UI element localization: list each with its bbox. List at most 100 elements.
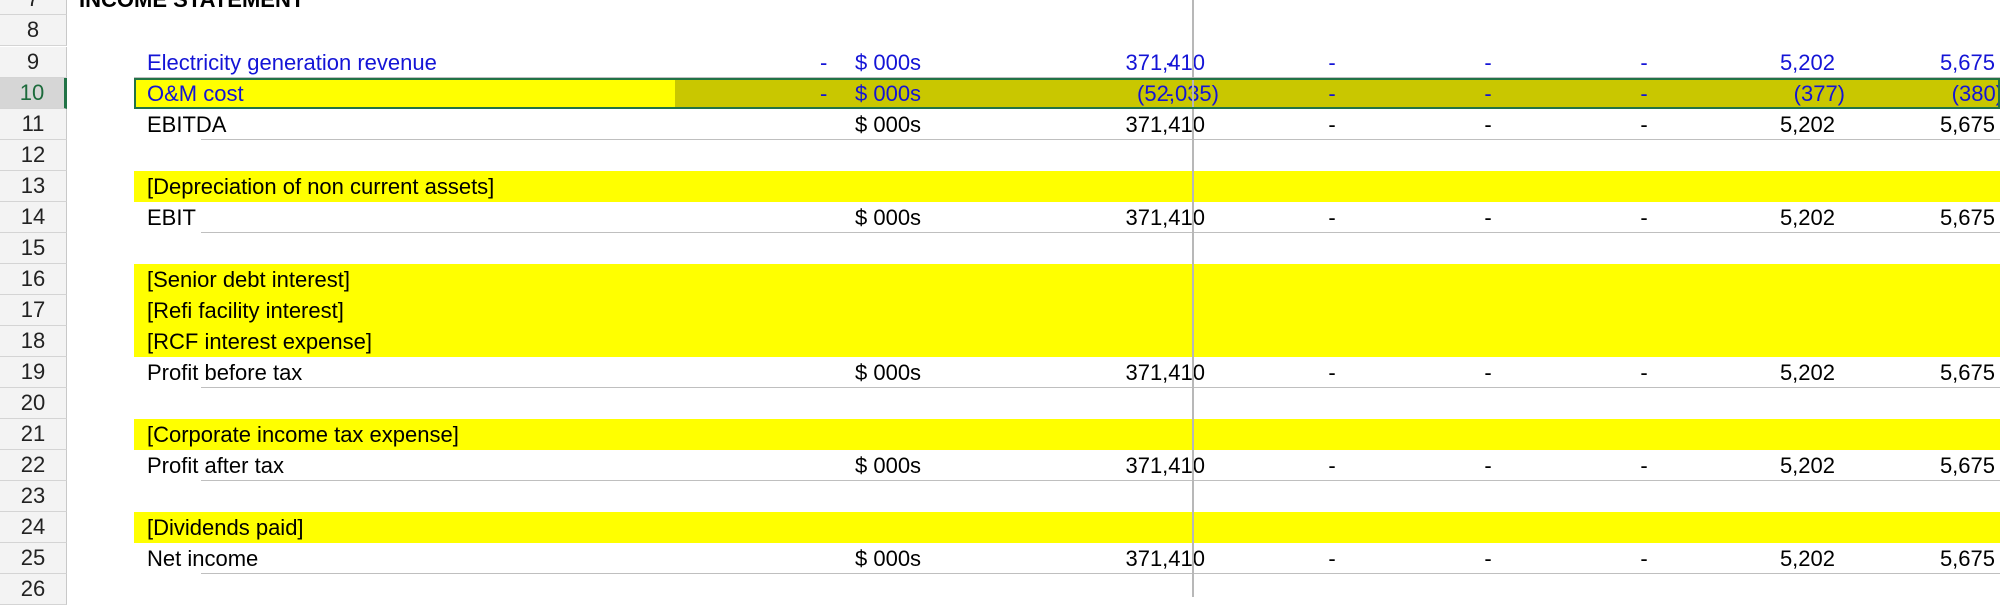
row-13: [Depreciation of non current assets] (67, 171, 2000, 202)
column-divider (1192, 0, 1194, 597)
row-header-18[interactable]: 18 (0, 326, 67, 357)
ebitda-total[interactable]: 371,410 (1027, 109, 1205, 140)
pat-col1[interactable]: - (1317, 450, 1347, 481)
corporate-tax-label[interactable]: [Corporate income tax expense] (147, 419, 459, 450)
om-cost-label[interactable]: O&M cost (147, 78, 244, 109)
pat-unit[interactable]: $ 000s (855, 450, 921, 481)
row-11: EBITDA $ 000s 371,410 - - - 5,202 5,675 (67, 109, 2000, 140)
revenue-col3[interactable]: - (1629, 47, 1659, 78)
om-cost-unit[interactable]: $ 000s (855, 78, 921, 109)
om-cost-col2[interactable]: - (1473, 78, 1503, 109)
om-cost-col3[interactable]: - (1629, 78, 1659, 109)
row-header-26[interactable]: 26 (0, 574, 67, 605)
ebit-col1[interactable]: - (1317, 202, 1347, 233)
ebitda-unit[interactable]: $ 000s (855, 109, 921, 140)
om-cost-col5[interactable]: (380) (1827, 78, 2000, 109)
row-header-14[interactable]: 14 (0, 202, 67, 233)
senior-debt-interest-label[interactable]: [Senior debt interest] (147, 264, 350, 295)
net-income-total[interactable]: 371,410 (1027, 543, 1205, 574)
rcf-interest-label[interactable]: [RCF interest expense] (147, 326, 372, 357)
dividends-label[interactable]: [Dividends paid] (147, 512, 304, 543)
row-header-12[interactable]: 12 (0, 140, 67, 171)
net-income-col5[interactable]: 5,675 (1827, 543, 1995, 574)
row-19: Profit before tax $ 000s 371,410 - - - 5… (67, 357, 2000, 388)
revenue-unit[interactable]: $ 000s (855, 47, 921, 78)
ebitda-col5[interactable]: 5,675 (1827, 109, 1995, 140)
pbt-col4[interactable]: 5,202 (1667, 357, 1835, 388)
om-cost-col4[interactable]: (377) (1667, 78, 1845, 109)
net-income-col1[interactable]: - (1317, 543, 1347, 574)
pbt-col2[interactable]: - (1473, 357, 1503, 388)
pbt-col5[interactable]: 5,675 (1827, 357, 1995, 388)
row-header-21[interactable]: 21 (0, 419, 67, 450)
pbt-total[interactable]: 371,410 (1027, 357, 1205, 388)
pat-col2[interactable]: - (1473, 450, 1503, 481)
row-header-19[interactable]: 19 (0, 357, 67, 388)
row-header-23[interactable]: 23 (0, 481, 67, 512)
om-cost-total[interactable]: (52,035) (1027, 78, 1219, 109)
row-header-8[interactable]: 8 (0, 15, 67, 46)
row-header-15[interactable]: 15 (0, 233, 67, 264)
pat-total[interactable]: 371,410 (1027, 450, 1205, 481)
row-21: [Corporate income tax expense] (67, 419, 2000, 450)
row-24: [Dividends paid] (67, 512, 2000, 543)
ebitda-col4[interactable]: 5,202 (1667, 109, 1835, 140)
om-cost-col1[interactable]: - (1317, 78, 1347, 109)
ebitda-col1[interactable]: - (1317, 109, 1347, 140)
revenue-col2[interactable]: - (1473, 47, 1503, 78)
row-header-20[interactable]: 20 (0, 388, 67, 419)
row-18: [RCF interest expense] (67, 326, 2000, 357)
depreciation-label[interactable]: [Depreciation of non current assets] (147, 171, 494, 202)
om-cost-flag[interactable]: - (820, 78, 827, 109)
pbt-col3[interactable]: - (1629, 357, 1659, 388)
ebit-col4[interactable]: 5,202 (1667, 202, 1835, 233)
om-cost-flag2[interactable]: - (1166, 78, 1173, 109)
pbt-col1[interactable]: - (1317, 357, 1347, 388)
ebitda-col3[interactable]: - (1629, 109, 1659, 140)
refi-facility-interest-label[interactable]: [Refi facility interest] (147, 295, 344, 326)
revenue-flag2[interactable]: - (1166, 47, 1173, 78)
revenue-flag[interactable]: - (820, 47, 827, 78)
section-title[interactable]: INCOME STATEMENT (79, 0, 304, 15)
row-10: O&M cost - $ 000s (52,035) - - - - (377)… (67, 78, 2000, 109)
revenue-col5[interactable]: 5,675 (1827, 47, 1995, 78)
pbt-label[interactable]: Profit before tax (147, 357, 302, 388)
row-header-17[interactable]: 17 (0, 295, 67, 326)
net-income-label[interactable]: Net income (147, 543, 258, 574)
revenue-col1[interactable]: - (1317, 47, 1347, 78)
row-7: INCOME STATEMENT (67, 0, 2000, 15)
ebit-col2[interactable]: - (1473, 202, 1503, 233)
pat-label[interactable]: Profit after tax (147, 450, 284, 481)
spreadsheet-grid[interactable]: 7 8 9 10 11 12 13 14 15 16 17 18 19 20 2… (0, 0, 2000, 605)
net-income-unit[interactable]: $ 000s (855, 543, 921, 574)
row-header-16[interactable]: 16 (0, 264, 67, 295)
row-header-7[interactable]: 7 (0, 0, 67, 15)
ebitda-col2[interactable]: - (1473, 109, 1503, 140)
revenue-total[interactable]: 371,410 (1027, 47, 1205, 78)
net-income-col3[interactable]: - (1629, 543, 1659, 574)
row-header-11[interactable]: 11 (0, 109, 67, 140)
row-header-9[interactable]: 9 (0, 47, 67, 78)
row-header-13[interactable]: 13 (0, 171, 67, 202)
revenue-label[interactable]: Electricity generation revenue (147, 47, 437, 78)
pbt-unit[interactable]: $ 000s (855, 357, 921, 388)
row-9: Electricity generation revenue - $ 000s … (67, 47, 2000, 78)
row-14: EBIT $ 000s 371,410 - - - 5,202 5,675 (67, 202, 2000, 233)
ebit-label[interactable]: EBIT (147, 202, 196, 233)
pat-col4[interactable]: 5,202 (1667, 450, 1835, 481)
ebitda-label[interactable]: EBITDA (147, 109, 226, 140)
revenue-col4[interactable]: 5,202 (1667, 47, 1835, 78)
ebit-total[interactable]: 371,410 (1027, 202, 1205, 233)
row-header-25[interactable]: 25 (0, 543, 67, 574)
ebit-col3[interactable]: - (1629, 202, 1659, 233)
row-header-24[interactable]: 24 (0, 512, 67, 543)
ebit-unit[interactable]: $ 000s (855, 202, 921, 233)
row-header-10[interactable]: 10 (0, 78, 67, 109)
pat-col5[interactable]: 5,675 (1827, 450, 1995, 481)
pat-col3[interactable]: - (1629, 450, 1659, 481)
row-header-22[interactable]: 22 (0, 450, 67, 481)
ebit-col5[interactable]: 5,675 (1827, 202, 1995, 233)
net-income-col4[interactable]: 5,202 (1667, 543, 1835, 574)
row-17: [Refi facility interest] (67, 295, 2000, 326)
net-income-col2[interactable]: - (1473, 543, 1503, 574)
